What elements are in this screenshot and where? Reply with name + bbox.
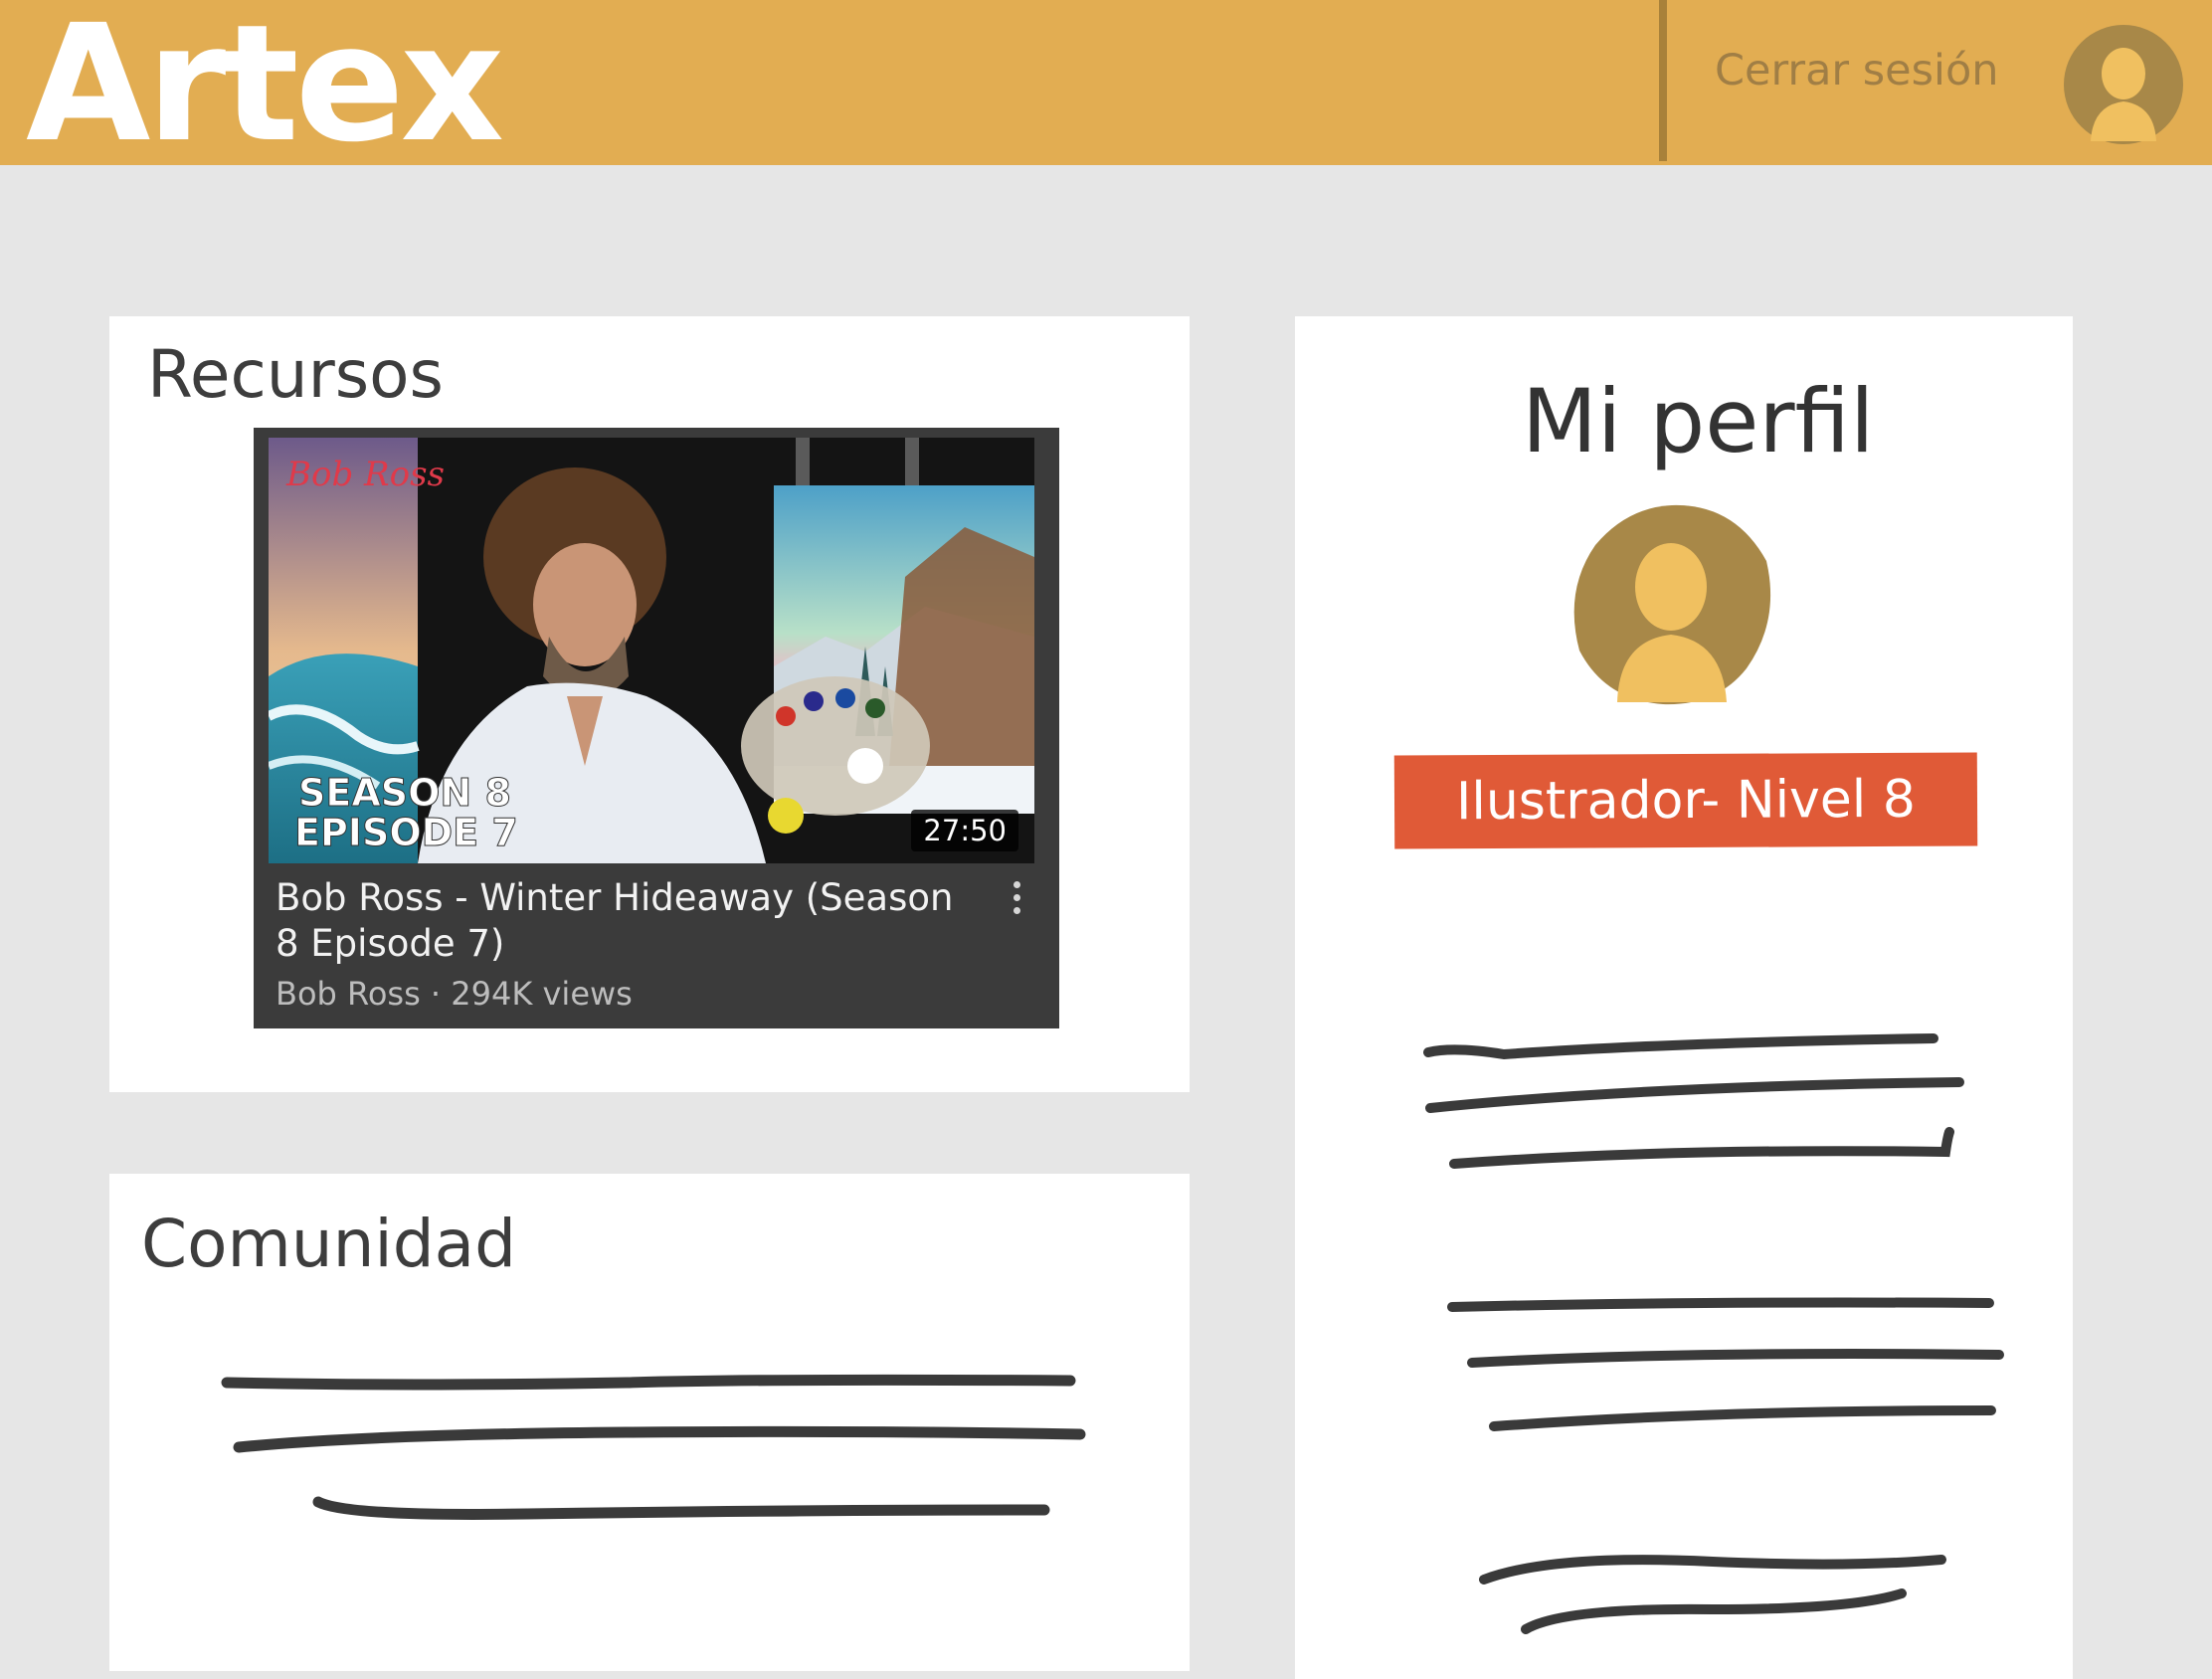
profile-placeholder-scribbles	[1423, 1033, 2004, 1634]
top-bar: Artex Cerrar sesión	[0, 0, 2212, 165]
thumbnail-season-text: SEASON 8	[298, 771, 511, 815]
profile-card: Mi perfil Ilustrador- Nivel 8	[1295, 316, 2073, 1679]
brand-logo[interactable]: Artex	[26, 4, 504, 165]
resources-card: Recursos Bob Ross SEASON 8 EPISODE 7 27:…	[109, 316, 1190, 1092]
community-card: Comunidad	[109, 1174, 1190, 1671]
logout-link[interactable]: Cerrar sesión	[1715, 46, 1999, 95]
video-meta: Bob Ross · 294K views	[276, 975, 633, 1013]
community-placeholder-scribbles	[221, 1374, 1086, 1520]
video-title[interactable]: Bob Ross - Winter Hideaway (Season 8 Epi…	[276, 875, 972, 967]
video-card[interactable]: Bob Ross SEASON 8 EPISODE 7 27:50 Bob Ro…	[254, 428, 1059, 1028]
more-vert-icon[interactable]	[1014, 881, 1023, 920]
video-duration-badge: 27:50	[911, 810, 1018, 851]
resources-title: Recursos	[147, 336, 444, 413]
video-thumbnail[interactable]: Bob Ross SEASON 8 EPISODE 7 27:50	[269, 438, 1034, 863]
header-divider	[1659, 0, 1667, 161]
user-avatar-icon[interactable]	[2061, 22, 2186, 151]
thumbnail-episode-text: EPISODE 7	[294, 811, 518, 854]
thumbnail-logo-text: Bob Ross	[285, 455, 445, 494]
